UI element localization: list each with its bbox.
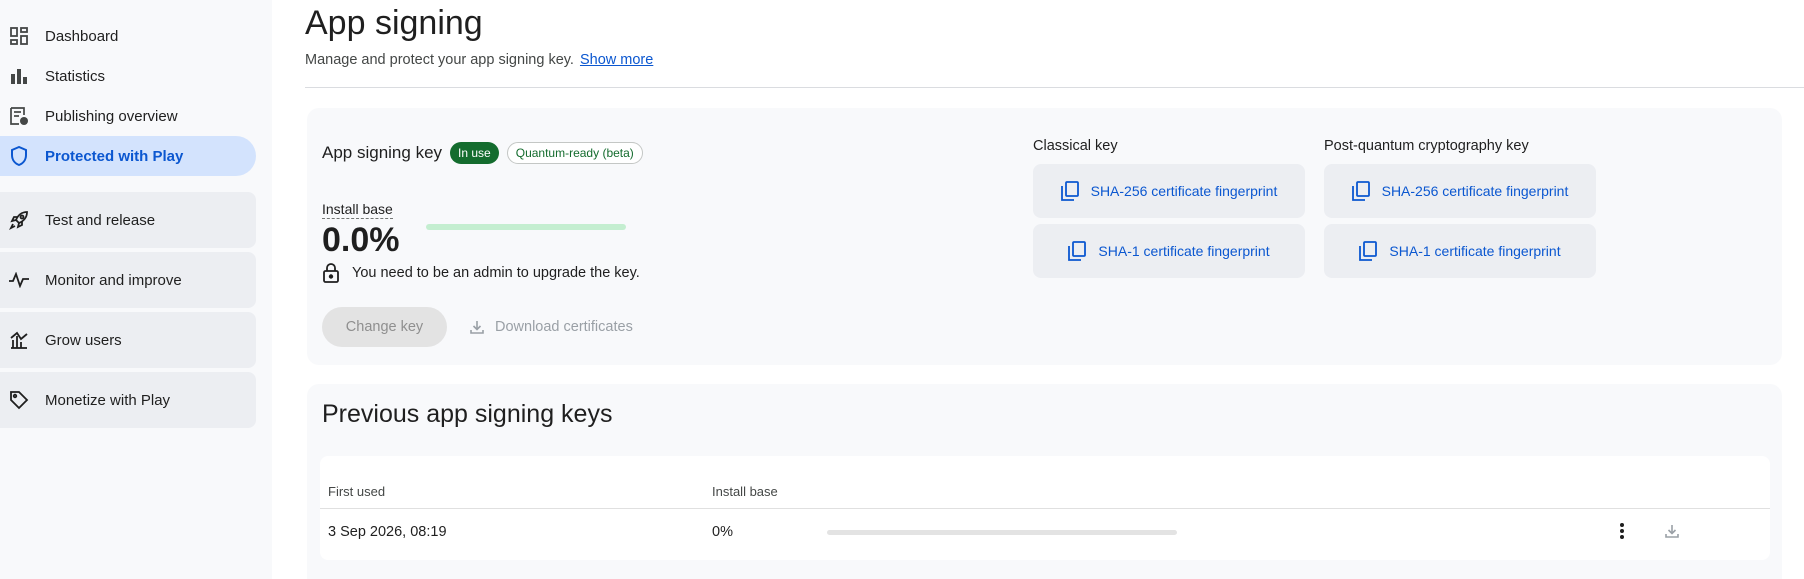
install-base-value: 0.0%	[322, 221, 400, 259]
fingerprint-label: SHA-1 certificate fingerprint	[1389, 243, 1561, 259]
sidebar-group-test-and-release[interactable]: Test and release	[0, 192, 256, 248]
download-icon	[469, 319, 485, 335]
change-key-button[interactable]: Change key	[322, 307, 447, 347]
app-signing-key-card: App signing key In use Quantum-ready (be…	[307, 108, 1782, 365]
column-install-base: Install base	[712, 484, 778, 499]
sidebar-item-label: Protected with Play	[45, 147, 184, 165]
sidebar-item-dashboard[interactable]: Dashboard	[0, 16, 256, 56]
install-base-label[interactable]: Install base	[322, 201, 393, 219]
install-base-cell: 0%	[712, 524, 733, 540]
sidebar-group-label: Monetize with Play	[45, 391, 171, 409]
sidebar-group-label: Grow users	[45, 331, 122, 349]
admin-notice: You need to be an admin to upgrade the k…	[322, 262, 640, 284]
pq-sha1-fingerprint-button[interactable]: SHA-1 certificate fingerprint	[1324, 224, 1596, 278]
pulse-icon	[8, 269, 30, 291]
quantum-ready-badge: Quantum-ready (beta)	[506, 142, 643, 164]
more-vert-icon	[1619, 522, 1625, 544]
download-icon	[1664, 523, 1680, 543]
row-install-bar	[827, 530, 1177, 535]
classical-sha256-fingerprint-button[interactable]: SHA-256 certificate fingerprint	[1033, 164, 1305, 218]
sidebar: Dashboard Statistics Publishing overview…	[0, 0, 272, 579]
classical-sha1-fingerprint-button[interactable]: SHA-1 certificate fingerprint	[1033, 224, 1305, 278]
app-signing-key-header: App signing key In use Quantum-ready (be…	[322, 142, 643, 164]
sidebar-item-publishing-overview[interactable]: Publishing overview	[0, 96, 256, 136]
bar-chart-icon	[8, 65, 30, 87]
sidebar-group-label: Test and release	[45, 211, 156, 229]
sidebar-item-protected-with-play[interactable]: Protected with Play	[0, 136, 256, 176]
previous-keys-card: Previous app signing keys First used Ins…	[307, 384, 1782, 579]
page-title: App signing	[305, 4, 483, 42]
pq-key-title: Post-quantum cryptography key	[1324, 138, 1529, 154]
fingerprint-label: SHA-256 certificate fingerprint	[1090, 183, 1278, 199]
sidebar-item-label: Statistics	[45, 67, 106, 85]
table-header: First used Install base	[320, 456, 1770, 509]
sidebar-group-label: Monitor and improve	[45, 271, 182, 289]
previous-keys-table: First used Install base 3 Sep 2026, 08:1…	[320, 456, 1770, 560]
page-subtitle: Manage and protect your app signing key.…	[305, 52, 653, 68]
sidebar-group-monitor-and-improve[interactable]: Monitor and improve	[0, 252, 256, 308]
in-use-badge: In use	[450, 142, 499, 164]
download-certificates-button[interactable]: Download certificates	[469, 307, 633, 347]
show-more-link[interactable]: Show more	[580, 52, 653, 68]
copy-icon	[1359, 241, 1378, 261]
previous-keys-title: Previous app signing keys	[322, 400, 613, 428]
sidebar-item-statistics[interactable]: Statistics	[0, 56, 256, 96]
sidebar-group-monetize-with-play[interactable]: Monetize with Play	[0, 372, 256, 428]
column-first-used: First used	[328, 484, 386, 499]
publishing-icon	[8, 105, 30, 127]
main-content: App signing Manage and protect your app …	[305, 0, 1804, 579]
install-base-bar-fill	[426, 224, 626, 230]
page-subtitle-text: Manage and protect your app signing key.	[305, 52, 574, 68]
classical-key-title: Classical key	[1033, 138, 1118, 154]
more-options-button[interactable]	[1610, 521, 1634, 545]
row-download-button[interactable]	[1660, 521, 1684, 545]
download-certificates-label: Download certificates	[495, 319, 633, 335]
shield-icon	[8, 145, 30, 167]
install-base-bar	[426, 224, 626, 230]
sidebar-group-grow-users[interactable]: Grow users	[0, 312, 256, 368]
table-row: 3 Sep 2026, 08:19 0%	[320, 509, 1770, 559]
admin-notice-text: You need to be an admin to upgrade the k…	[352, 265, 640, 281]
sidebar-item-label: Dashboard	[45, 27, 119, 45]
fingerprint-label: SHA-1 certificate fingerprint	[1098, 243, 1270, 259]
dashboard-icon	[8, 25, 30, 47]
growth-icon	[8, 329, 30, 351]
copy-icon	[1351, 181, 1370, 201]
fingerprint-label: SHA-256 certificate fingerprint	[1381, 183, 1569, 199]
first-used-cell: 3 Sep 2026, 08:19	[328, 524, 447, 540]
lock-icon	[322, 262, 342, 284]
header-divider	[305, 87, 1804, 88]
copy-icon	[1060, 181, 1079, 201]
sidebar-item-label: Publishing overview	[45, 107, 178, 125]
copy-icon	[1068, 241, 1087, 261]
app-signing-key-title: App signing key	[322, 143, 443, 162]
rocket-icon	[8, 209, 30, 231]
pq-sha256-fingerprint-button[interactable]: SHA-256 certificate fingerprint	[1324, 164, 1596, 218]
tag-icon	[8, 389, 30, 411]
